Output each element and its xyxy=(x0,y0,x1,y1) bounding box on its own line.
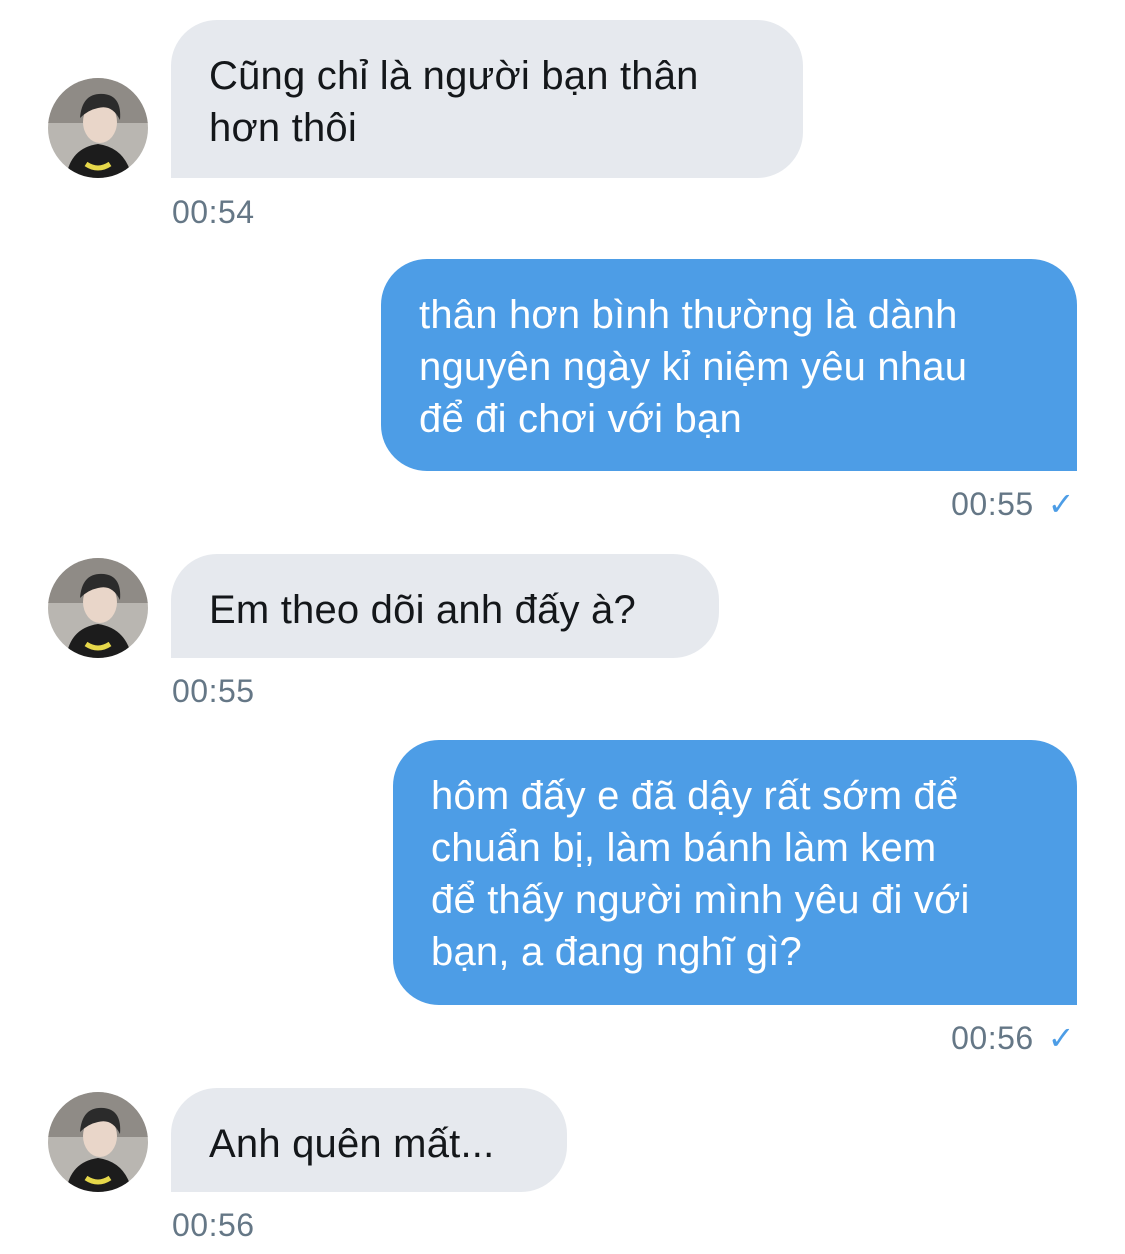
message-text-line: Cũng chỉ là người bạn thân xyxy=(209,54,699,98)
message-timestamp: 00:55 xyxy=(951,486,1034,522)
contact-avatar[interactable] xyxy=(48,1092,148,1192)
checkmark-icon: ✓ xyxy=(1047,1020,1075,1056)
avatar-image xyxy=(48,78,148,178)
contact-avatar[interactable] xyxy=(48,78,148,178)
message-text-line: Em theo dõi anh đấy à? xyxy=(209,588,636,632)
message-text-line: Anh quên mất... xyxy=(209,1122,495,1166)
message-text-line: để đi chơi với bạn xyxy=(419,397,742,441)
message-timestamp: 00:56 xyxy=(172,1207,255,1243)
message-text-line: chuẩn bị, làm bánh làm kem xyxy=(431,826,937,870)
message-timestamp: 00:54 xyxy=(172,194,255,230)
contact-avatar[interactable] xyxy=(48,558,148,658)
message-bubble-incoming[interactable]: Anh quên mất... xyxy=(171,1088,567,1192)
message-text-line: hơn thôi xyxy=(209,106,357,150)
message-text-line: bạn, a đang nghĩ gì? xyxy=(431,930,802,974)
message-meta: 00:56 ✓ xyxy=(951,1018,1075,1058)
message-text-line: hôm đấy e đã dậy rất sớm để xyxy=(431,774,959,818)
message-bubble-outgoing[interactable]: hôm đấy e đã dậy rất sớm để chuẩn bị, là… xyxy=(393,740,1077,1005)
message-bubble-incoming[interactable]: Cũng chỉ là người bạn thân hơn thôi xyxy=(171,20,803,178)
message-timestamp: 00:56 xyxy=(951,1020,1034,1056)
avatar-image xyxy=(48,558,148,658)
avatar-image xyxy=(48,1092,148,1192)
message-text-line: để thấy người mình yêu đi với xyxy=(431,878,970,922)
message-text-line: thân hơn bình thường là dành xyxy=(419,293,958,337)
message-bubble-outgoing[interactable]: thân hơn bình thường là dành nguyên ngày… xyxy=(381,259,1077,471)
checkmark-icon: ✓ xyxy=(1047,486,1075,522)
message-bubble-incoming[interactable]: Em theo dõi anh đấy à? xyxy=(171,554,719,658)
message-text-line: nguyên ngày kỉ niệm yêu nhau xyxy=(419,345,968,389)
message-timestamp: 00:55 xyxy=(172,673,255,709)
message-meta: 00:55 ✓ xyxy=(951,484,1075,524)
